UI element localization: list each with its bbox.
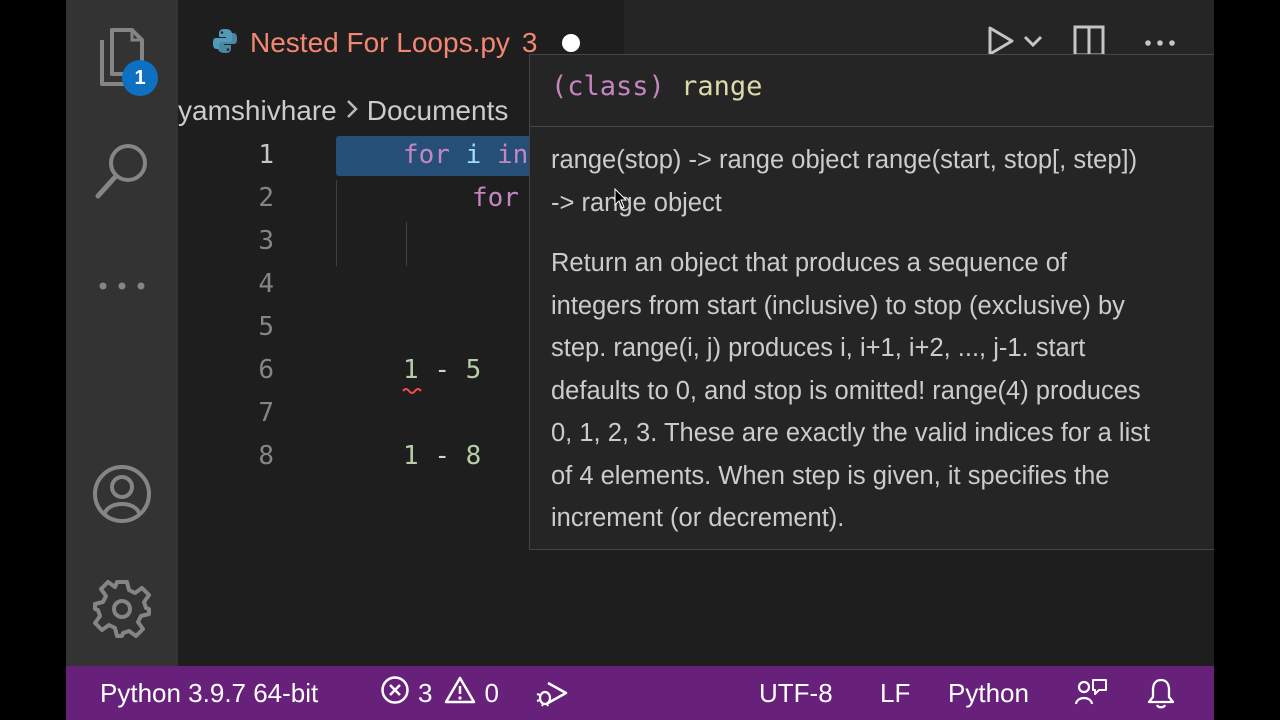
line-number: 1 <box>258 140 274 170</box>
warning-count: 0 <box>484 677 499 708</box>
operator: - <box>434 355 450 385</box>
hover-body: range(stop) -> range object range(start,… <box>530 127 1214 540</box>
breadcrumb-item[interactable]: yamshivhare <box>178 95 337 127</box>
description-line: Return an object that produces a sequenc… <box>551 249 1068 277</box>
line-number: 6 <box>258 355 274 385</box>
account-icon[interactable] <box>66 464 178 524</box>
number: 1 <box>403 441 419 471</box>
number: 5 <box>465 355 482 385</box>
description-line: step. range(i, j) produces i, i+1, i+2, … <box>551 334 1086 362</box>
language-mode-selector[interactable]: Python <box>948 666 1029 720</box>
eol-selector[interactable]: LF <box>880 666 910 720</box>
activity-bar: 1 <box>66 0 178 666</box>
more-icon[interactable] <box>66 278 178 294</box>
description-line: defaults to 0, and stop is omitted! rang… <box>551 376 1141 405</box>
debug-icon[interactable] <box>534 666 570 720</box>
tab-filename: Nested For Loops.py <box>250 27 510 58</box>
code-line-6: 1 - 5 <box>403 355 481 385</box>
description-line: of 4 elements. When step is given, it sp… <box>551 461 1110 490</box>
line-number: 4 <box>258 269 274 299</box>
more-actions-icon[interactable] <box>1144 34 1176 52</box>
description-line: increment (or decrement). <box>551 504 845 532</box>
bell-icon[interactable] <box>1146 666 1176 720</box>
line-number: 3 <box>258 226 274 256</box>
interpreter-selector[interactable]: Python 3.9.7 64-bit <box>100 666 318 720</box>
signature-kind: (class) <box>551 71 665 102</box>
vscode-window: 1 Nested For Loops.py 3 yamshivhare Docu… <box>66 0 1214 720</box>
unsaved-dot-icon[interactable] <box>561 34 580 52</box>
signature-name: range <box>681 71 763 102</box>
description-line: 0, 1, 2, 3. These are exactly the valid … <box>551 419 1151 447</box>
indent-guide <box>406 222 407 266</box>
chevron-down-icon[interactable] <box>1022 34 1044 53</box>
error-icon <box>380 675 410 712</box>
keyword: for <box>472 183 519 213</box>
indent-guide <box>336 180 337 266</box>
explorer-badge: 1 <box>122 60 158 96</box>
hover-tooltip: (class) range range(stop) -> range objec… <box>529 54 1214 550</box>
chevron-right-icon <box>345 95 359 127</box>
line-number: 7 <box>258 398 274 428</box>
error-count: 3 <box>418 677 433 708</box>
line-number: 2 <box>258 183 274 213</box>
number: 8 <box>465 441 482 471</box>
usage-text: -> range object <box>551 188 722 217</box>
feedback-icon[interactable] <box>1074 666 1108 720</box>
mouse-cursor-icon <box>614 188 628 209</box>
status-bar: Python 3.9.7 64-bit 3 0 UTF-8 LF Python <box>66 666 1214 720</box>
number: 1 <box>403 355 419 385</box>
warning-icon <box>444 675 476 712</box>
line-number: 5 <box>258 312 274 342</box>
error-squiggle[interactable] <box>402 386 422 394</box>
problems-indicator[interactable]: 3 0 <box>380 666 499 720</box>
code-line-8: 1 - 8 <box>403 441 481 471</box>
breadcrumb: yamshivhare Documents <box>178 88 508 134</box>
line-number: 8 <box>258 441 274 471</box>
gear-icon[interactable] <box>66 578 178 640</box>
search-icon[interactable] <box>66 140 178 202</box>
description-line: integers from start (inclusive) to stop … <box>551 291 1125 320</box>
hover-description: Return an object that produces a sequenc… <box>551 242 1194 540</box>
variable: i <box>465 140 482 170</box>
encoding-selector[interactable]: UTF-8 <box>759 666 833 720</box>
hover-signature: (class) range <box>530 55 1214 127</box>
usage-text: range(stop) -> range object range(start,… <box>551 146 1138 174</box>
breadcrumb-item[interactable]: Documents <box>367 95 509 127</box>
operator: - <box>434 441 450 471</box>
python-icon <box>212 28 238 59</box>
keyword: for <box>403 140 450 170</box>
keyword: in <box>496 140 529 170</box>
